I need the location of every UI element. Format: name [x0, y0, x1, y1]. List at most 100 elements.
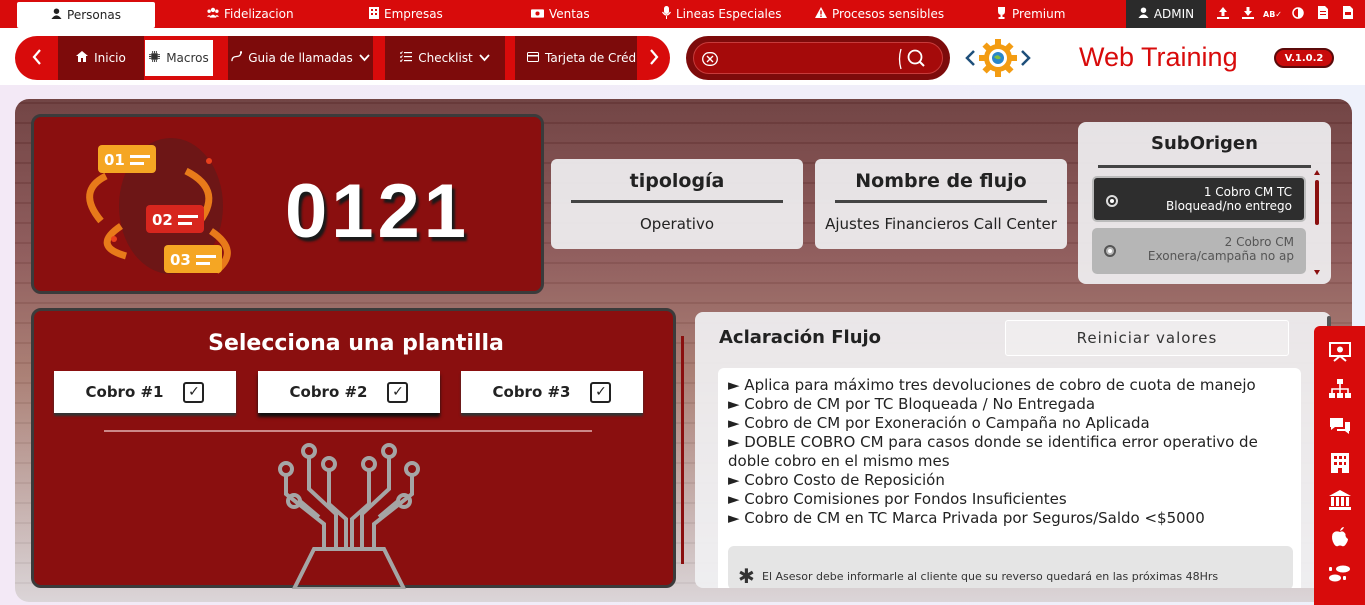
suborigen-option-2[interactable]: 2 Cobro CM Exonera/campaña no ap [1092, 228, 1306, 274]
divider [835, 200, 1047, 203]
radio-icon [1104, 245, 1116, 257]
topnav-label: Lineas Especiales [676, 7, 782, 21]
template-cobro-1-button[interactable]: Cobro #1 ✓ [54, 371, 236, 413]
secondary-navigation: Inicio Macros Guia de llamadas Checklist… [15, 36, 670, 80]
chip-icon [149, 51, 161, 65]
note-text: El Asesor debe informarle al cliente que… [762, 570, 1219, 583]
chevron-down-icon [479, 51, 490, 65]
toolbar-icons: AB✓ [1210, 0, 1360, 28]
chat-icon[interactable] [1326, 413, 1354, 439]
hierarchy-icon[interactable] [1326, 376, 1354, 402]
spellcheck-icon[interactable]: AB✓ [1260, 10, 1285, 19]
template-cobro-3-button[interactable]: Cobro #3 ✓ [461, 371, 643, 413]
suborigen-option-1[interactable]: 1 Cobro CM TC Bloquead/no entrego [1092, 176, 1306, 222]
microphone-icon [662, 6, 671, 22]
topnav-lineas-especiales[interactable]: Lineas Especiales [662, 0, 782, 28]
flow-steps-illustration: 01 02 03 [66, 131, 236, 285]
topnav-label: Fidelizacion [224, 7, 294, 21]
subnav-tarjeta-de-credito[interactable]: Tarjeta de Crédito [515, 36, 637, 80]
template-label: Cobro #3 [492, 383, 571, 401]
subnav-label: Checklist [418, 51, 473, 65]
money-icon [531, 8, 544, 21]
template-scrollbar[interactable] [681, 336, 684, 564]
aclaracion-note: ✱ El Asesor debe informarle al cliente q… [728, 546, 1293, 588]
option-line1: 1 Cobro CM TC [1203, 185, 1292, 199]
subnav-guia-de-llamadas[interactable]: Guia de llamadas [228, 36, 373, 80]
trophy-icon [996, 6, 1007, 22]
brand-title: Web Training [1079, 42, 1238, 72]
chevron-left-icon [32, 48, 42, 68]
topnav-ventas[interactable]: Ventas [531, 0, 590, 28]
divider [1098, 165, 1311, 168]
option-line1: 2 Cobro CM [1224, 235, 1294, 249]
topnav-premium[interactable]: Premium [996, 0, 1065, 28]
subnav-label: Macros [166, 51, 209, 65]
topnav-label: Personas [67, 8, 121, 22]
aclaracion-title: Aclaración Flujo [719, 327, 882, 348]
apple-icon[interactable] [1326, 524, 1354, 550]
topnav-fidelizacion[interactable]: Fidelizacion [207, 0, 294, 28]
route-icon [231, 51, 243, 65]
subnav-label: Guia de llamadas [248, 51, 353, 65]
suborigen-title: SubOrigen [1151, 133, 1258, 154]
list-item: ► Cobro de CM por Exoneración o Campaña … [728, 414, 1150, 432]
template-label: Cobro #1 [85, 383, 164, 401]
subnav-macros[interactable]: Macros [145, 40, 213, 76]
flow-name-heading: Nombre de flujo [855, 170, 1027, 192]
topnav-label: Procesos sensibles [832, 7, 945, 21]
bank-icon[interactable] [1326, 487, 1354, 513]
divider [571, 200, 783, 203]
list-item: ► Cobro de CM por TC Bloqueada / No Entr… [728, 395, 1096, 413]
topnav-procesos-sensibles[interactable]: Procesos sensibles [815, 0, 944, 28]
template-label: Cobro #2 [289, 383, 368, 401]
checkbox-checked-icon: ✓ [590, 381, 612, 403]
svg-text:01: 01 [104, 151, 125, 169]
flow-name-card: Nombre de flujo Ajustes Financieros Call… [815, 159, 1067, 249]
user-icon [1138, 7, 1149, 21]
tipologia-heading: tipología [629, 170, 725, 192]
subnav-inicio[interactable]: Inicio [58, 36, 144, 80]
template-cobro-2-button[interactable]: Cobro #2 ✓ [258, 371, 440, 413]
building-icon[interactable] [1326, 450, 1354, 476]
topnav-personas[interactable]: Personas [17, 2, 155, 28]
checkbox-checked-icon: ✓ [387, 381, 409, 403]
reset-values-button[interactable]: Reiniciar valores [1005, 320, 1289, 356]
subnav-checklist[interactable]: Checklist [385, 36, 505, 80]
divider [104, 430, 592, 432]
radio-selected-icon [1106, 195, 1118, 207]
document-icon[interactable] [1310, 6, 1335, 22]
nav-next-button[interactable] [637, 36, 670, 80]
contrast-icon[interactable] [1285, 6, 1310, 22]
presentation-icon[interactable] [1326, 339, 1354, 365]
version-badge: V.1.0.2 [1274, 48, 1334, 68]
flow-name-value: Ajustes Financieros Call Center [825, 215, 1057, 233]
option-line2: Exonera/campaña no ap [1147, 249, 1294, 263]
chevron-right-icon [649, 48, 659, 68]
svg-text:02: 02 [152, 211, 173, 229]
side-toolbar [1314, 326, 1365, 605]
topnav-label: Ventas [549, 7, 590, 21]
subnav-label: Inicio [94, 51, 126, 65]
topnav-empresas[interactable]: Empresas [369, 0, 443, 28]
footprints-icon[interactable] [1326, 561, 1354, 587]
nav-prev-button[interactable] [15, 36, 58, 80]
download-icon[interactable] [1235, 6, 1260, 22]
checklist-icon [399, 51, 413, 65]
search-icon[interactable] [898, 48, 928, 74]
clear-icon[interactable] [702, 51, 718, 70]
upload-icon[interactable] [1210, 6, 1235, 22]
brand-logo [965, 38, 1031, 78]
top-navigation-bar: Personas Fidelizacion Empresas Ventas Li… [0, 0, 1365, 28]
group-icon [207, 7, 219, 21]
aclaracion-card: Aclaración Flujo Reiniciar valores ► Apl… [695, 312, 1331, 588]
home-icon [76, 51, 89, 65]
pdf-icon[interactable] [1335, 6, 1360, 22]
suborigen-card: SubOrigen 1 Cobro CM TC Bloquead/no entr… [1078, 122, 1331, 284]
circuit-illustration [274, 439, 424, 593]
chevron-down-icon [359, 51, 370, 65]
building-icon [369, 6, 379, 22]
suborigen-scrollbar[interactable] [1313, 170, 1321, 275]
user-menu[interactable]: ADMIN [1126, 0, 1206, 28]
search-input[interactable] [693, 42, 943, 74]
person-icon [51, 8, 62, 22]
